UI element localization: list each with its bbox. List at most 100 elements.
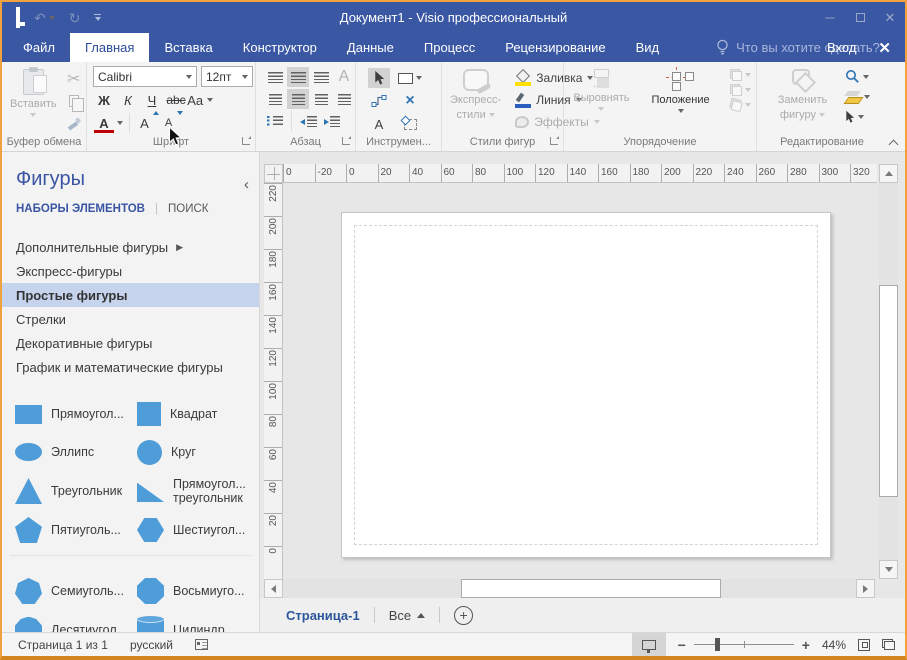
connector-tool-button[interactable] [368,91,390,111]
pointer-tool-button[interactable] [368,68,390,88]
scroll-left-button[interactable] [264,579,283,598]
increase-indent-button[interactable] [320,111,342,131]
shape-master[interactable]: Цилиндр [124,610,246,632]
ribbon-tab[interactable]: Вставка [149,33,227,62]
text-tool-button[interactable]: A [368,114,390,134]
copy-button[interactable] [63,91,85,111]
align-center-button[interactable] [287,89,309,109]
vertical-scrollbar[interactable] [879,164,898,579]
dialog-launcher-icon[interactable] [550,137,558,145]
rectangle-tool-button[interactable] [398,73,422,84]
all-pages-button[interactable]: Все [389,608,425,623]
sign-in-button[interactable]: Вход [827,40,856,55]
ribbon-tab[interactable]: Главная [70,33,149,62]
shape-master[interactable]: Пятиуголь... [2,511,124,549]
close-document-button[interactable]: ✕ [878,39,891,57]
align-middle-button[interactable] [287,67,309,87]
format-painter-button[interactable] [63,113,85,133]
horizontal-scroll-thumb[interactable] [461,579,721,598]
redo-button[interactable]: ↻ [69,11,81,25]
ribbon-tab[interactable]: Вид [621,33,675,62]
shape-master[interactable]: Круг [124,433,246,471]
ribbon-tab[interactable]: Рецензирование [490,33,620,62]
dialog-launcher-icon[interactable] [242,137,250,145]
stencil-item[interactable]: График и математические фигуры ▶ [2,355,259,379]
stencil-item[interactable]: Стрелки ▶ [2,307,259,331]
align-left-button[interactable] [264,89,286,109]
shape-master[interactable]: Прямоугол...треугольник [124,471,246,511]
ribbon-tab[interactable]: Файл [8,33,70,62]
quick-styles-button[interactable]: Экспресс- стили [444,65,507,135]
select-button[interactable] [845,110,870,124]
collapse-panel-button[interactable]: ‹ [244,176,249,193]
tab-search[interactable]: ПОИСК [168,203,208,215]
font-size-combo[interactable]: 12пт [201,66,253,87]
zoom-slider[interactable] [694,638,794,651]
add-page-button[interactable]: + [454,606,473,625]
collapse-ribbon-button[interactable] [889,138,897,146]
switch-windows-button[interactable] [882,639,895,650]
decrease-indent-button[interactable] [297,111,319,131]
shape-master[interactable]: Эллипс [2,433,124,471]
scroll-down-button[interactable] [879,560,898,579]
language-status[interactable]: русский [130,638,173,652]
position-button[interactable]: Положение [645,65,715,135]
tab-stencils[interactable]: НАБОРЫ ЭЛЕМЕНТОВ [16,203,145,215]
stencil-item[interactable]: Дополнительные фигуры ▶ [2,235,259,259]
change-case-button[interactable]: Aa [189,90,211,110]
connection-point-tool-button[interactable]: × [399,91,421,111]
zoom-in-button[interactable]: + [802,637,810,653]
justify-button[interactable] [333,89,355,109]
find-button[interactable] [845,69,870,84]
page-tab[interactable]: Страница-1 [286,608,360,623]
maximize-button[interactable] [845,2,875,33]
italic-button[interactable]: К [117,90,139,110]
shape-master[interactable]: Восьмиуго... [124,572,246,610]
text-direction-button[interactable]: А [333,67,355,87]
ribbon-tab[interactable]: Данные [332,33,409,62]
bold-button[interactable]: Ж [93,90,115,110]
zoom-slider-thumb[interactable] [715,638,720,651]
shape-master[interactable]: Квадрат [124,395,246,433]
close-button[interactable]: ✕ [875,2,905,33]
drawing-page[interactable] [341,212,831,558]
data-window-icon[interactable] [195,639,208,650]
presentation-mode-button[interactable] [632,633,666,656]
align-top-button[interactable] [264,67,286,87]
layers-button[interactable] [845,90,870,104]
shape-master[interactable]: Семиуголь... [2,572,124,610]
dialog-launcher-icon[interactable] [342,137,350,145]
align-right-button[interactable] [310,89,332,109]
cut-button[interactable]: ✂ [63,69,85,89]
shape-master[interactable]: Десятиугол... [2,610,124,632]
shape-master[interactable]: Шестиугол... [124,511,246,549]
shape-master[interactable]: Треугольник [2,471,124,511]
grow-font-button[interactable]: А [136,113,158,133]
send-backward-button[interactable] [730,84,751,96]
horizontal-scrollbar[interactable] [264,579,875,598]
scroll-right-button[interactable] [856,579,875,598]
scroll-up-button[interactable] [879,164,898,183]
stencil-item[interactable]: Декоративные фигуры ▶ [2,331,259,355]
strikethrough-button[interactable]: abc [165,90,187,110]
ribbon-tab[interactable]: Процесс [409,33,490,62]
underline-button[interactable]: Ч [141,90,163,110]
minimize-button[interactable]: ─ [815,2,845,33]
bullets-button[interactable] [264,111,286,131]
change-shape-button[interactable]: Заменить фигуру [772,65,833,135]
bring-forward-button[interactable] [730,69,751,81]
align-button[interactable]: ← Выровнять [567,65,635,135]
ribbon-tab[interactable]: Конструктор [228,33,332,62]
stencil-item[interactable]: Простые фигуры ▶ [2,283,259,307]
vertical-scroll-thumb[interactable] [879,285,898,497]
group-shapes-button[interactable] [730,99,751,111]
shape-master[interactable]: Прямоугол... [2,395,124,433]
save-button[interactable] [16,9,20,27]
zoom-out-button[interactable]: − [678,637,686,653]
font-color-button[interactable]: А [93,113,115,133]
zoom-level[interactable]: 44% [822,638,846,652]
fit-page-button[interactable] [858,639,870,651]
stencil-item[interactable]: Экспресс-фигуры ▶ [2,259,259,283]
page-count-status[interactable]: Страница 1 из 1 [18,638,108,652]
paste-button[interactable]: Вставить [4,65,63,135]
